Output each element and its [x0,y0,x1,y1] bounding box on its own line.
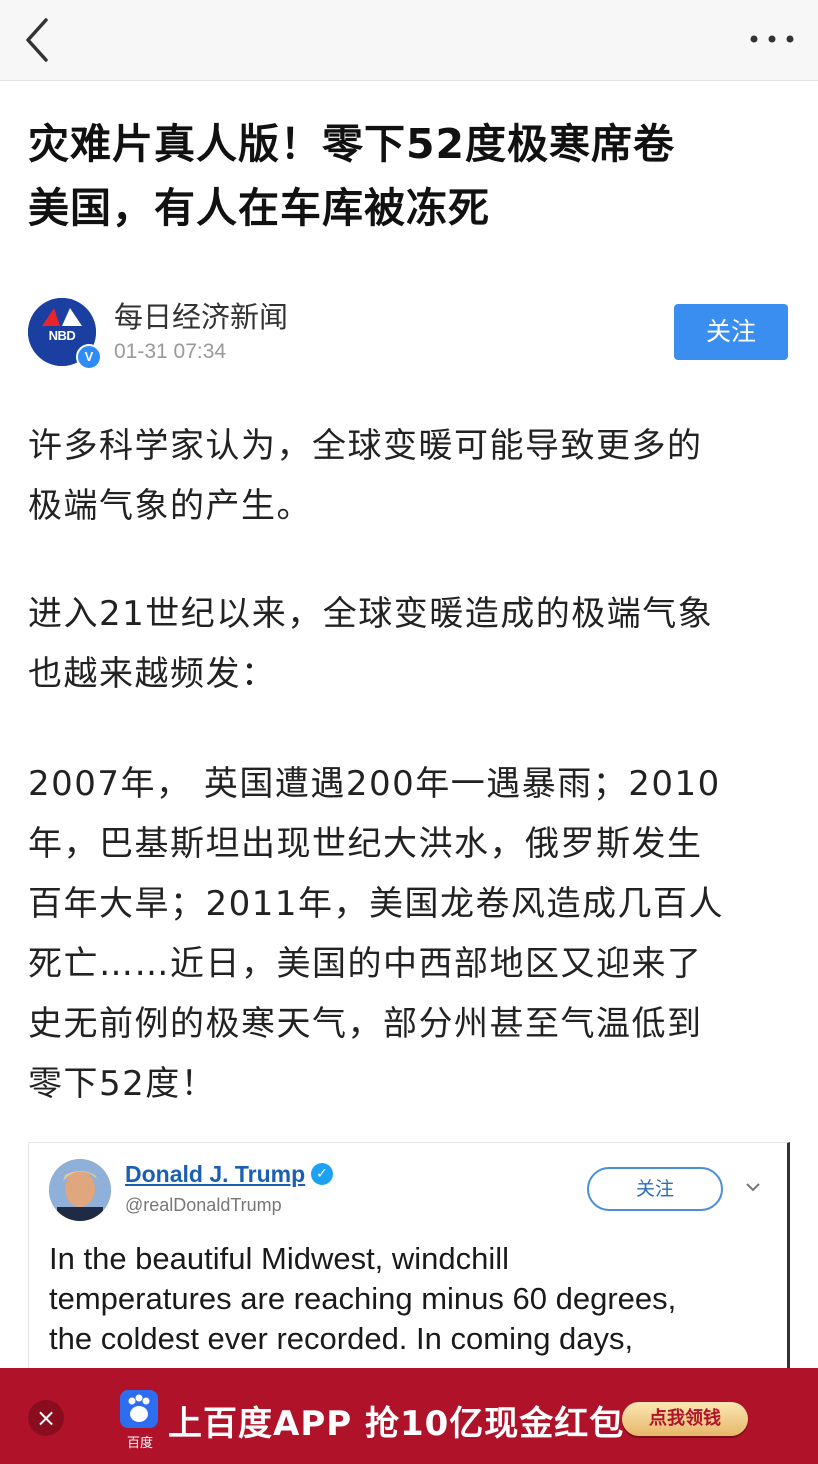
paragraph-line: 极端气象的产生。 [28,486,312,526]
more-dots-icon [750,35,794,43]
paragraph-line: 进入21世纪以来，全球变暖造成的极端气象 [28,594,714,634]
close-banner-button[interactable]: × [28,1400,64,1436]
baidu-paw-icon [120,1390,158,1428]
more-options-button[interactable] [744,24,800,54]
paragraph-line: 百年大旱；2011年，美国龙卷风造成几百人 [28,884,725,924]
article-paragraph: 许多科学家认为，全球变暖可能导致更多的 极端气象的产生。 [28,416,790,536]
banner-text: 上百度APP 抢10亿现金红包 [168,1404,625,1444]
banner-cta-button[interactable]: 点我领钱 [622,1402,748,1436]
paragraph-line: 也越来越频发： [28,654,277,694]
back-chevron-icon [26,18,48,62]
top-nav-bar [0,0,818,81]
tweet-author-name: Donald J. Trump [125,1161,306,1187]
article-paragraph: 2007年， 英国遭遇200年一遇暴雨；2010 年，巴基斯坦出现世纪大洪水，俄… [28,754,790,1114]
follow-button[interactable]: 关注 [674,304,788,360]
back-button[interactable] [14,14,64,66]
tweet-text-line: In the beautiful Midwest, windchill [49,1241,510,1276]
tweet-author-handle: @realDonaldTrump [125,1195,282,1215]
tweet-text-line: temperatures are reaching minus 60 degre… [49,1281,677,1316]
paragraph-line: 史无前例的极寒天气，部分州甚至气温低到 [28,1004,703,1044]
verified-badge-icon: V [76,344,102,370]
baidu-logo-label: 百度 [126,1436,153,1451]
author-avatar[interactable]: NBD V [28,298,102,370]
person-portrait-icon [49,1159,111,1221]
author-logo-text: NBD [48,328,76,343]
paragraph-line: 年，巴基斯坦出现世纪大洪水，俄罗斯发生 [28,824,703,864]
paw-icon [128,1394,150,1422]
author-name[interactable]: 每日经济新闻 [114,294,288,336]
article-title: 灾难片真人版！零下52度极寒席卷 美国，有人在车库被冻死 [28,112,788,240]
tweet-avatar [49,1159,111,1221]
verified-check-icon: ✓ [311,1163,333,1185]
title-line: 美国，有人在车库被冻死 [28,184,490,232]
promo-banner[interactable]: × 百度 上百度APP 抢10亿现金红包 点我领钱 [0,1368,818,1464]
tweet-text: In the beautiful Midwest, windchill temp… [49,1239,769,1359]
embedded-tweet-image[interactable]: Donald J. Trump ✓ @realDonaldTrump 关注 In… [28,1142,790,1384]
title-line: 灾难片真人版！零下52度极寒席卷 [28,120,676,168]
article-paragraph: 进入21世纪以来，全球变暖造成的极端气象 也越来越频发： [28,584,790,704]
paragraph-line: 零下52度！ [28,1064,217,1104]
paragraph-line: 死亡……近日，美国的中西部地区又迎来了 [28,944,703,984]
paragraph-line: 许多科学家认为，全球变暖可能导致更多的 [28,426,703,466]
publish-time: 01-31 07:34 [114,340,227,363]
tweet-follow-button: 关注 [587,1167,723,1211]
paragraph-line: 2007年， 英国遭遇200年一遇暴雨；2010 [28,764,721,804]
tweet-text-line: the coldest ever recorded. In coming day… [49,1321,634,1356]
chevron-down-icon [746,1183,760,1192]
